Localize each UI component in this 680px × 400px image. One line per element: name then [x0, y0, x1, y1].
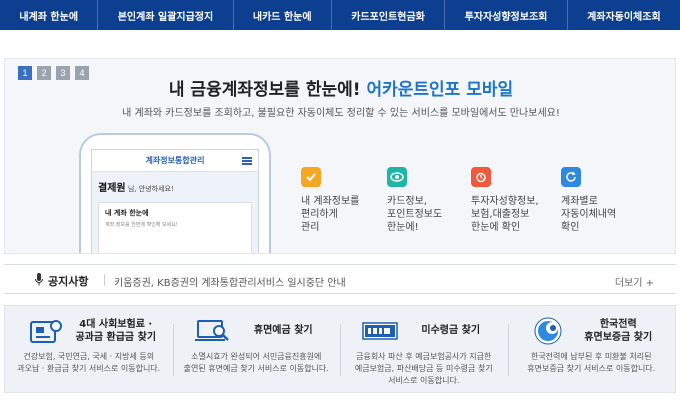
- feature-line: 포인트정보도: [387, 209, 443, 220]
- feature-investor-info: 투자자성향정보, 보험,대출정보 한눈에 확인: [471, 167, 561, 234]
- dormant-deposit-icon: [194, 320, 229, 341]
- notice-label: 공지사항: [48, 275, 89, 288]
- nav-my-accounts[interactable]: 내계좌 한눈에: [0, 0, 99, 30]
- service-desc-line: 출연된 휴면예금 찾기 서비스로 이동합니다.: [183, 364, 329, 373]
- feature-text: 내 계좌정보를 편리하게 관리: [301, 195, 391, 234]
- nav-investor-profile[interactable]: 투자자성향정보조회: [445, 0, 568, 30]
- service-desc: 한국전력에 납부된 후 미환불 처리된 휴면보증금 찾기 서비스로 이동합니다.: [514, 351, 670, 375]
- service-links: 4대 사회보험료 · 공과금 환급금 찾기 건강보험, 국민연금, 국세 · 지…: [4, 305, 676, 393]
- promo-banner: 1 2 3 4 내 금융계좌정보를 한눈에! 어카운트인포 모바일 내 계좌와 …: [4, 58, 676, 254]
- phone-user-name: 결제원: [98, 183, 126, 194]
- notice-link[interactable]: 키움증권, KB증권의 계좌통합관리서비스 일시중단 안내: [114, 274, 346, 289]
- feature-line: 보험,대출정보: [471, 209, 530, 220]
- service-title-line: 휴면예금 찾기: [253, 325, 313, 336]
- service-desc: 건강보험, 국민연금, 국세 · 지방세 등의 과오납 · 환급금 찾기 서비스…: [11, 351, 167, 375]
- service-desc-line: 건강보험, 국민연금, 국세 · 지방세 등의: [23, 352, 155, 361]
- eye-icon: [387, 167, 407, 187]
- feature-line: 투자자성향정보,: [471, 196, 539, 207]
- phone-account-card: 내 계좌 한눈에 계좌 정보를 한번에 확인해 보세요!: [98, 202, 252, 253]
- phone-card-title: 내 계좌 한눈에: [105, 209, 149, 217]
- nav-card-point-cash[interactable]: 카드포인트현금화: [332, 0, 446, 30]
- feature-line: 한눈에 확인: [471, 222, 521, 233]
- feature-auto-transfer: 계좌별로 자동이체내역 확인: [561, 167, 651, 234]
- microphone-icon: [35, 273, 43, 286]
- phone-greeting: 결제원 님, 안녕하세요!: [92, 172, 258, 198]
- service-desc: 소멸시효가 완성되어 서민금융진흥원에 출연된 휴면예금 찾기 서비스로 이동합…: [179, 351, 335, 375]
- phone-greeting-text: 님, 안녕하세요!: [127, 185, 174, 193]
- service-kepco-deposit[interactable]: 한국전력 휴면보증금 찾기 한국전력에 납부된 후 미환불 처리된 휴면보증금 …: [507, 306, 676, 392]
- headline-main: 내 금융계좌정보를 한눈에!: [168, 80, 361, 100]
- feature-line: 확인: [561, 222, 580, 233]
- notice-bar: 공지사항 키움증권, KB증권의 계좌통합관리서비스 일시중단 안내 더보기 +: [4, 264, 676, 294]
- service-desc: 금융회사 파산 후 예금보험공사가 지급한 예금보험금, 파산배당금 등 미수령…: [346, 351, 502, 387]
- notice-more-link[interactable]: 더보기 +: [615, 274, 654, 289]
- service-desc-line: 과오납 · 환급금 찾기 서비스로 이동합니다.: [17, 364, 161, 373]
- service-title: 휴면예금 찾기: [233, 324, 335, 337]
- feature-line: 자동이체내역: [561, 209, 617, 220]
- top-navigation: 내계좌 한눈에 본인계좌 일괄지급정지 내카드 한눈에 카드포인트현금화 투자자…: [0, 0, 680, 30]
- alarm-icon: [471, 167, 491, 187]
- service-title-line: 공과금 환급금 찾기: [75, 332, 157, 343]
- notice-divider: [104, 274, 105, 286]
- service-unclaimed-funds[interactable]: 미수령금 찾기 금융회사 파산 후 예금보험공사가 지급한 예금보험금, 파산배…: [340, 306, 508, 392]
- feature-line: 내 계좌정보를: [301, 196, 360, 207]
- nav-my-cards[interactable]: 내카드 한눈에: [234, 0, 332, 30]
- feature-card-info: 카드정보, 포인트정보도 한눈에!: [387, 167, 477, 234]
- service-desc-line: 휴면보증금 찾기 서비스로 이동합니다.: [527, 364, 656, 373]
- phone-screen: 계좌정보통합관리 결제원 님, 안녕하세요! 내 계좌 한눈에 계좌 정보를 한…: [91, 149, 259, 253]
- service-desc-line: 예금보험금, 파산배당금 등 미수령금 찾기: [354, 364, 493, 373]
- service-refund[interactable]: 4대 사회보험료 · 공과금 환급금 찾기 건강보험, 국민연금, 국세 · 지…: [5, 306, 173, 392]
- feature-text: 투자자성향정보, 보험,대출정보 한눈에 확인: [471, 195, 561, 234]
- feature-line: 한눈에!: [387, 222, 419, 233]
- feature-account-manage: 내 계좌정보를 편리하게 관리: [301, 167, 391, 234]
- service-title: 미수령금 찾기: [400, 324, 502, 337]
- service-desc-line: 서비스로 이동합니다.: [388, 376, 460, 385]
- headline-accent: 어카운트인포 모바일: [366, 80, 514, 100]
- feature-line: 관리: [301, 222, 320, 233]
- service-title-line: 한국전력: [599, 319, 637, 330]
- service-title-line: 미수령금 찾기: [421, 325, 481, 336]
- kdic-logo-icon: [362, 322, 398, 340]
- service-title: 한국전력 휴면보증금 찾기: [568, 318, 670, 344]
- feature-line: 카드정보,: [387, 196, 427, 207]
- phone-card-desc: 계좌 정보를 한번에 확인해 보세요!: [105, 222, 178, 228]
- service-dormant-deposit[interactable]: 휴면예금 찾기 소멸시효가 완성되어 서민금융진흥원에 출연된 휴면예금 찾기 …: [172, 306, 341, 392]
- phone-app-title: 계좌정보통합관리: [145, 156, 205, 165]
- feature-text: 계좌별로 자동이체내역 확인: [561, 195, 651, 234]
- service-title-line: 4대 사회보험료 ·: [79, 319, 153, 330]
- phone-mockup: 계좌정보통합관리 결제원 님, 안녕하세요! 내 계좌 한눈에 계좌 정보를 한…: [79, 133, 271, 253]
- service-title: 4대 사회보험료 · 공과금 환급금 찾기: [65, 318, 167, 344]
- insurance-refund-icon: [30, 320, 62, 343]
- check-icon: [301, 167, 321, 187]
- service-desc-line: 한국전력에 납부된 후 미환불 처리된: [530, 352, 652, 361]
- service-title-line: 휴면보증금 찾기: [584, 332, 653, 343]
- banner-headline: 내 금융계좌정보를 한눈에! 어카운트인포 모바일: [5, 75, 675, 100]
- nav-account-payment-stop[interactable]: 본인계좌 일괄지급정지: [98, 0, 234, 30]
- phone-app-bar: 계좌정보통합관리: [92, 150, 258, 172]
- feature-line: 계좌별로: [561, 196, 598, 207]
- kepco-logo-icon: [534, 317, 561, 345]
- service-desc-line: 소멸시효가 완성되어 서민금융진흥원에: [191, 352, 322, 361]
- feature-line: 편리하게: [301, 209, 338, 220]
- nav-auto-transfer[interactable]: 계좌자동이체조회: [568, 0, 680, 30]
- hamburger-menu-icon: [242, 157, 252, 165]
- service-desc-line: 금융회사 파산 후 예금보험공사가 지급한: [356, 352, 492, 361]
- feature-text: 카드정보, 포인트정보도 한눈에!: [387, 195, 477, 234]
- banner-subline: 내 계좌와 카드정보를 조회하고, 불필요한 자동이체도 정리할 수 있는 서비…: [122, 108, 560, 119]
- refresh-icon: [561, 167, 581, 187]
